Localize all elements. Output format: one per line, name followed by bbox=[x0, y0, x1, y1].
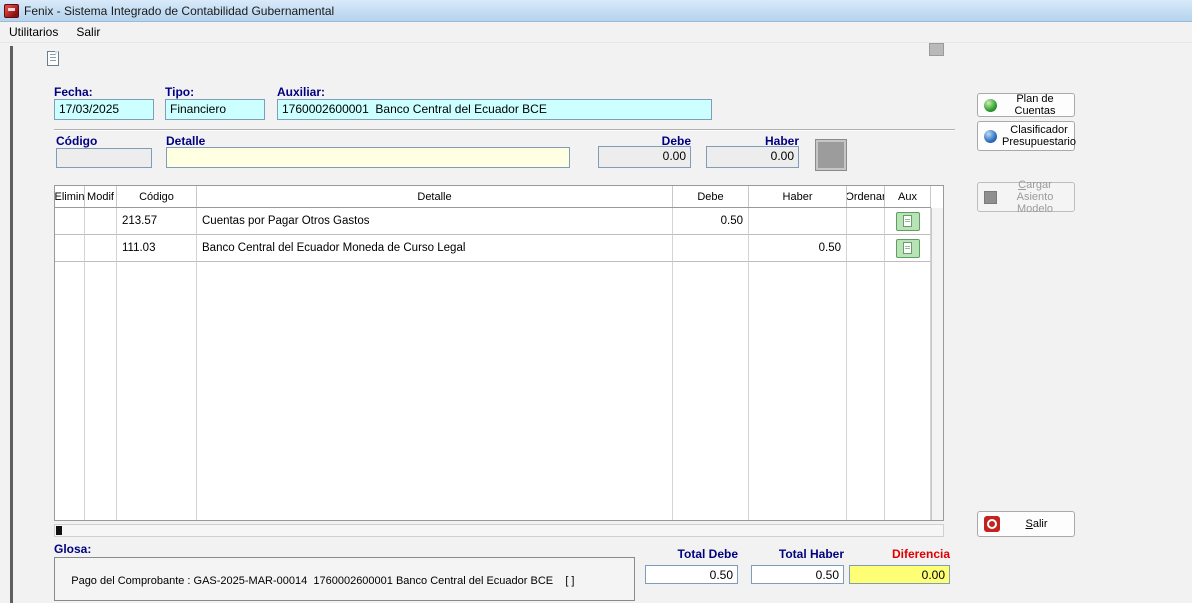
detalle-label: Detalle bbox=[166, 134, 205, 148]
total-debe-label: Total Debe bbox=[645, 547, 738, 561]
cargar-asiento-modelo-button[interactable]: Cargar Asiento Modelo bbox=[977, 182, 1075, 212]
aux-row-button[interactable] bbox=[896, 212, 920, 231]
aux-row-button[interactable] bbox=[896, 239, 920, 258]
table-vertical-scrollbar[interactable] bbox=[931, 208, 943, 520]
total-haber-label: Total Haber bbox=[751, 547, 844, 561]
scroll-corner bbox=[929, 43, 944, 56]
table-horizontal-scrollbar[interactable] bbox=[54, 524, 944, 537]
entries-table: Elimin Modif Código Detalle Debe Haber O… bbox=[54, 185, 944, 521]
diferencia-value: 0.00 bbox=[849, 565, 950, 584]
diferencia-label: Diferencia bbox=[849, 547, 950, 561]
menu-item-salir[interactable]: Salir bbox=[67, 22, 109, 42]
table-row[interactable]: 111.03Banco Central del Ecuador Moneda d… bbox=[55, 235, 931, 262]
toolbar bbox=[0, 43, 1192, 70]
debe-input[interactable]: 0.00 bbox=[598, 146, 691, 168]
glosa-line1: Pago del Comprobante : GAS-2025-MAR-0001… bbox=[71, 575, 574, 587]
detalle-input[interactable] bbox=[166, 147, 570, 168]
col-header-modif: Modif bbox=[85, 186, 117, 207]
plan-de-cuentas-label: Plan de Cuentas bbox=[1002, 93, 1068, 117]
salir-button[interactable]: Salir bbox=[977, 511, 1075, 537]
codigo-input[interactable] bbox=[56, 148, 152, 168]
new-voucher-button[interactable] bbox=[42, 48, 64, 68]
clasificador-label: Clasificador Presupuestario bbox=[1002, 124, 1076, 148]
left-splitter bbox=[10, 46, 13, 603]
tipo-field[interactable]: Financiero bbox=[165, 99, 265, 120]
gray-square-icon bbox=[984, 191, 997, 204]
document-icon bbox=[903, 215, 912, 227]
auxiliar-field[interactable]: 1760002600001 Banco Central del Ecuador … bbox=[277, 99, 712, 120]
cargar-asiento-label: Cargar Asiento Modelo bbox=[1002, 179, 1068, 215]
menu-item-utilitarios[interactable]: Utilitarios bbox=[0, 22, 67, 42]
separator-line bbox=[54, 129, 955, 131]
total-haber-value: 0.50 bbox=[751, 565, 844, 584]
table-header: Elimin Modif Código Detalle Debe Haber O… bbox=[55, 186, 931, 208]
auxiliar-label: Auxiliar: bbox=[277, 85, 325, 99]
fecha-field[interactable]: 17/03/2025 bbox=[54, 99, 154, 120]
salir-label: Salir bbox=[1005, 518, 1068, 530]
fecha-label: Fecha: bbox=[54, 85, 93, 99]
clasificador-presupuestario-button[interactable]: Clasificador Presupuestario bbox=[977, 121, 1075, 151]
col-header-haber: Haber bbox=[749, 186, 847, 207]
col-header-aux: Aux bbox=[885, 186, 931, 207]
glosa-textarea[interactable]: Pago del Comprobante : GAS-2025-MAR-0001… bbox=[54, 557, 635, 601]
plan-de-cuentas-button[interactable]: Plan de Cuentas bbox=[977, 93, 1075, 117]
table-row[interactable]: 213.57Cuentas por Pagar Otros Gastos0.50 bbox=[55, 208, 931, 235]
col-header-ordenar: Ordenar bbox=[847, 186, 885, 207]
haber-input[interactable]: 0.00 bbox=[706, 146, 799, 168]
table-body: 213.57Cuentas por Pagar Otros Gastos0.50… bbox=[55, 208, 931, 520]
col-header-detalle: Detalle bbox=[197, 186, 673, 207]
document-icon bbox=[47, 51, 59, 66]
codigo-label: Código bbox=[56, 134, 97, 148]
app-icon bbox=[4, 4, 19, 18]
table-body-rows: 213.57Cuentas por Pagar Otros Gastos0.50… bbox=[55, 208, 931, 262]
horizontal-scroll-thumb[interactable] bbox=[56, 526, 62, 535]
col-header-elimin: Elimin bbox=[55, 186, 85, 207]
add-entry-button[interactable] bbox=[816, 140, 846, 170]
tipo-label: Tipo: bbox=[165, 85, 194, 99]
total-debe-value: 0.50 bbox=[645, 565, 738, 584]
glosa-label: Glosa: bbox=[54, 542, 91, 556]
application-window: Fenix - Sistema Integrado de Contabilida… bbox=[0, 0, 1192, 603]
document-icon bbox=[903, 242, 912, 254]
title-bar: Fenix - Sistema Integrado de Contabilida… bbox=[0, 0, 1192, 22]
blue-sphere-icon bbox=[984, 130, 997, 143]
green-sphere-icon bbox=[984, 99, 997, 112]
col-header-debe: Debe bbox=[673, 186, 749, 207]
col-header-codigo: Código bbox=[117, 186, 197, 207]
menu-bar: Utilitarios Salir bbox=[0, 22, 1192, 43]
window-title: Fenix - Sistema Integrado de Contabilida… bbox=[24, 4, 334, 18]
power-icon bbox=[984, 516, 1000, 532]
